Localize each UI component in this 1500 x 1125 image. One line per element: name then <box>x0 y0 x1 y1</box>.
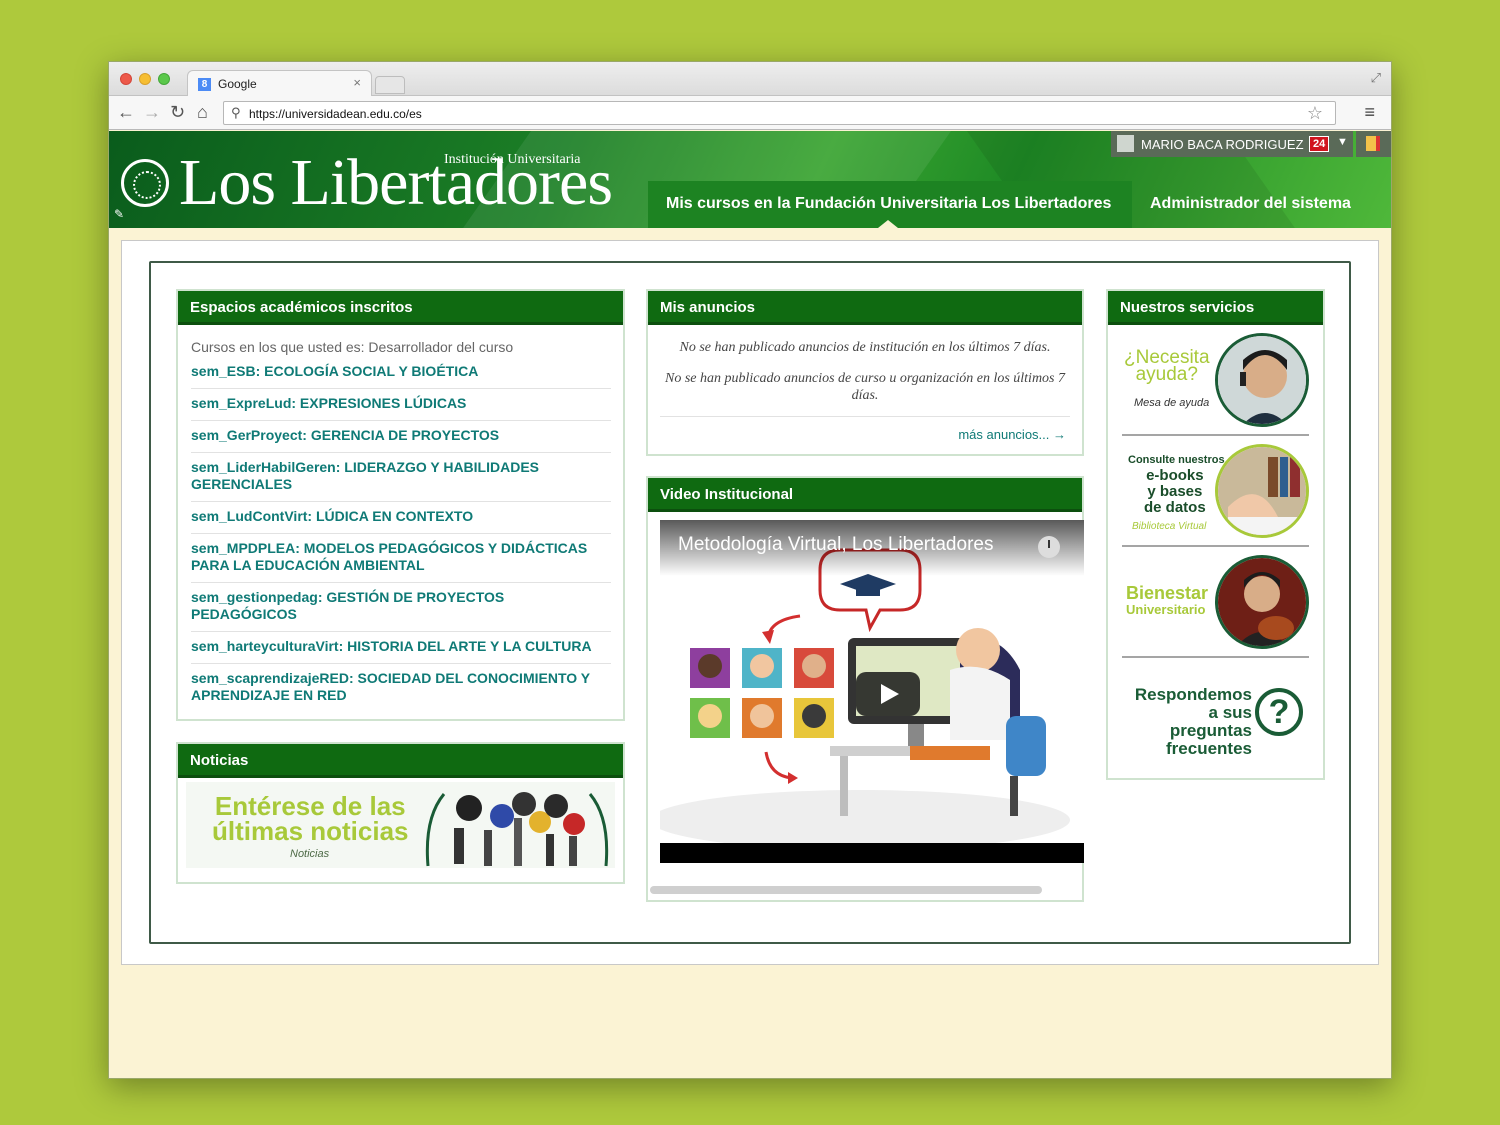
wellbeing-subtitle: Universitario <box>1126 602 1206 617</box>
service-faq[interactable]: Respondemos a sus preguntas frecuentes ? <box>1122 658 1309 769</box>
help-desk-photo <box>1215 333 1309 427</box>
reload-icon[interactable]: ↻ <box>170 102 185 122</box>
content-area: Espacios académicos inscritos Cursos en … <box>121 240 1379 965</box>
faq-line: Respondemos <box>1134 685 1252 704</box>
play-button-icon[interactable] <box>856 672 920 716</box>
course-link[interactable]: sem_ESB: ECOLOGÍA SOCIAL Y BIOÉTICA <box>191 357 611 389</box>
forward-arrow-icon[interactable]: → <box>143 102 161 122</box>
ebooks-subtitle: Biblioteca Virtual <box>1132 521 1207 532</box>
tab-close-icon[interactable]: × <box>353 75 361 90</box>
logout-button[interactable] <box>1356 131 1391 157</box>
course-link[interactable]: sem_gestionpedag: GESTIÓN DE PROYECTOS P… <box>191 583 611 632</box>
block-title: Espacios académicos inscritos <box>178 291 623 325</box>
avatar <box>1117 135 1134 152</box>
tab-system-admin[interactable]: Administrador del sistema <box>1150 195 1351 213</box>
browser-tabbar: 8 Google × ⤢ <box>109 62 1391 97</box>
fullscreen-icon[interactable]: ⤢ <box>1371 70 1381 86</box>
video-bottom-bar <box>660 843 1084 863</box>
chevron-down-icon[interactable]: ▼ <box>1337 136 1348 148</box>
back-arrow-icon[interactable]: ← <box>117 102 135 122</box>
browser-window: 8 Google × ⤢ ← → ↻ ⌂ ⚲ https://universid… <box>108 61 1392 1079</box>
browser-toolbar: ← → ↻ ⌂ ⚲ https://universidadean.edu.co/… <box>109 96 1391 130</box>
enrolled-courses-block: Espacios académicos inscritos Cursos en … <box>176 289 625 721</box>
course-link[interactable]: sem_ExpreLud: EXPRESIONES LÚDICAS <box>191 389 611 421</box>
block-title: Video Institucional <box>648 478 1082 512</box>
news-banner[interactable]: Entérese de las últimas noticias Noticia… <box>186 782 615 868</box>
library-photo <box>1215 444 1309 538</box>
wellbeing-title: Bienestar <box>1126 583 1209 603</box>
block-title: Noticias <box>178 744 623 778</box>
browser-menu-icon[interactable]: ≡ <box>1364 102 1375 123</box>
video-block: Video Institucional Metodología Virtual,… <box>646 476 1084 902</box>
ebooks-pretitle: Consulte nuestros <box>1128 454 1225 466</box>
ebooks-line: y bases <box>1147 483 1203 500</box>
news-block: Noticias Entérese de las últimas noticia… <box>176 742 625 884</box>
google-favicon-icon: 8 <box>198 78 211 91</box>
help-desk-line: ayuda? <box>1135 364 1198 385</box>
video-player[interactable]: Metodología Virtual, Los Libertadores <box>660 520 1084 863</box>
news-banner-title: Entérese de las últimas noticias <box>212 793 409 846</box>
video-title-bar: Metodología Virtual, Los Libertadores <box>660 520 1084 576</box>
home-icon[interactable]: ⌂ <box>197 102 208 122</box>
search-icon: ⚲ <box>231 105 241 120</box>
address-bar[interactable]: ⚲ https://universidadean.edu.co/es ☆ <box>223 101 1336 125</box>
news-banner-line: últimas noticias <box>212 816 409 846</box>
course-link[interactable]: sem_GerProyect: GERENCIA DE PROYECTOS <box>191 421 611 453</box>
browser-tab[interactable]: 8 Google × <box>187 70 372 97</box>
announcement-message: No se han publicado anuncios de instituc… <box>679 340 1051 355</box>
minimize-window-button[interactable] <box>139 73 151 85</box>
course-link[interactable]: sem_MPDPLEA: MODELOS PEDAGÓGICOS Y DIDÁC… <box>191 534 611 583</box>
help-desk-title: ¿Necesita ayuda? <box>1124 348 1210 385</box>
brand-logo-subtitle: Institución Universitaria <box>444 152 581 167</box>
close-window-button[interactable] <box>120 73 132 85</box>
block-title: Mis anuncios <box>648 291 1082 325</box>
microphones-icon <box>425 792 609 867</box>
announcements-block: Mis anuncios No se han publicado anuncio… <box>646 289 1084 456</box>
horizontal-scrollbar[interactable] <box>650 886 1042 894</box>
announcement-message: No se han publicado anuncios de curso u … <box>664 371 1066 403</box>
course-list: sem_ESB: ECOLOGÍA SOCIAL Y BIOÉTICA sem_… <box>178 357 623 712</box>
content-panel: Espacios académicos inscritos Cursos en … <box>149 261 1351 944</box>
user-name[interactable]: MARIO BACA RODRIGUEZ <box>1141 137 1304 152</box>
help-desk-subtitle: Mesa de ayuda <box>1134 397 1210 409</box>
wellbeing-photo <box>1215 555 1309 649</box>
user-menu[interactable]: MARIO BACA RODRIGUEZ 24 ▼ <box>1111 131 1353 157</box>
tab-my-courses[interactable]: Mis cursos en la Fundación Universitaria… <box>648 181 1132 228</box>
service-help-desk[interactable]: ¿Necesita ayuda? Mesa de ayuda <box>1122 325 1309 436</box>
faq-line: frecuentes <box>1166 739 1252 758</box>
notification-badge[interactable]: 24 <box>1309 136 1330 152</box>
courses-intro: Cursos en los que usted es: Desarrollado… <box>191 339 514 355</box>
course-link[interactable]: sem_harteyculturaVirt: HISTORIA DEL ARTE… <box>191 632 611 664</box>
ebooks-line: e-books <box>1146 467 1204 484</box>
faq-line: a sus preguntas <box>1169 703 1252 740</box>
logout-icon <box>1366 136 1380 151</box>
url-text[interactable]: https://universidadean.edu.co/es <box>249 107 422 121</box>
new-tab-button[interactable] <box>375 76 405 94</box>
services-block: Nuestros servicios ¿Necesita ayuda? Mesa… <box>1106 289 1325 780</box>
course-link[interactable]: sem_LudContVirt: LÚDICA EN CONTEXTO <box>191 502 611 534</box>
maximize-window-button[interactable] <box>158 73 170 85</box>
question-mark-icon: ? <box>1255 688 1303 736</box>
tab-title: Google <box>218 77 257 91</box>
video-title[interactable]: Metodología Virtual, Los Libertadores <box>678 534 993 556</box>
edit-pencil-icon[interactable]: ✎ <box>114 207 124 221</box>
course-link[interactable]: sem_LiderHabilGeren: LIDERAZGO Y HABILID… <box>191 453 611 502</box>
faq-title: Respondemos a sus preguntas frecuentes <box>1128 686 1252 758</box>
service-virtual-library[interactable]: Consulte nuestros e-books y bases de dat… <box>1122 436 1309 547</box>
course-link[interactable]: sem_scaprendizajeRED: SOCIEDAD DEL CONOC… <box>191 664 611 712</box>
news-banner-subtitle: Noticias <box>290 848 330 860</box>
block-title: Nuestros servicios <box>1108 291 1323 325</box>
bookmark-star-icon[interactable]: ☆ <box>1307 103 1323 124</box>
more-announcements-link[interactable]: más anuncios... → <box>648 427 1066 442</box>
site-header: Los Libertadores Institución Universitar… <box>109 131 1391 228</box>
watch-later-clock-icon[interactable] <box>1038 536 1060 558</box>
ebooks-line: de datos <box>1144 499 1206 516</box>
university-seal-icon[interactable] <box>121 159 169 207</box>
service-wellbeing[interactable]: Bienestar Universitario <box>1122 547 1309 658</box>
ebooks-title: e-books y bases de datos <box>1144 468 1206 516</box>
divider <box>660 416 1070 417</box>
